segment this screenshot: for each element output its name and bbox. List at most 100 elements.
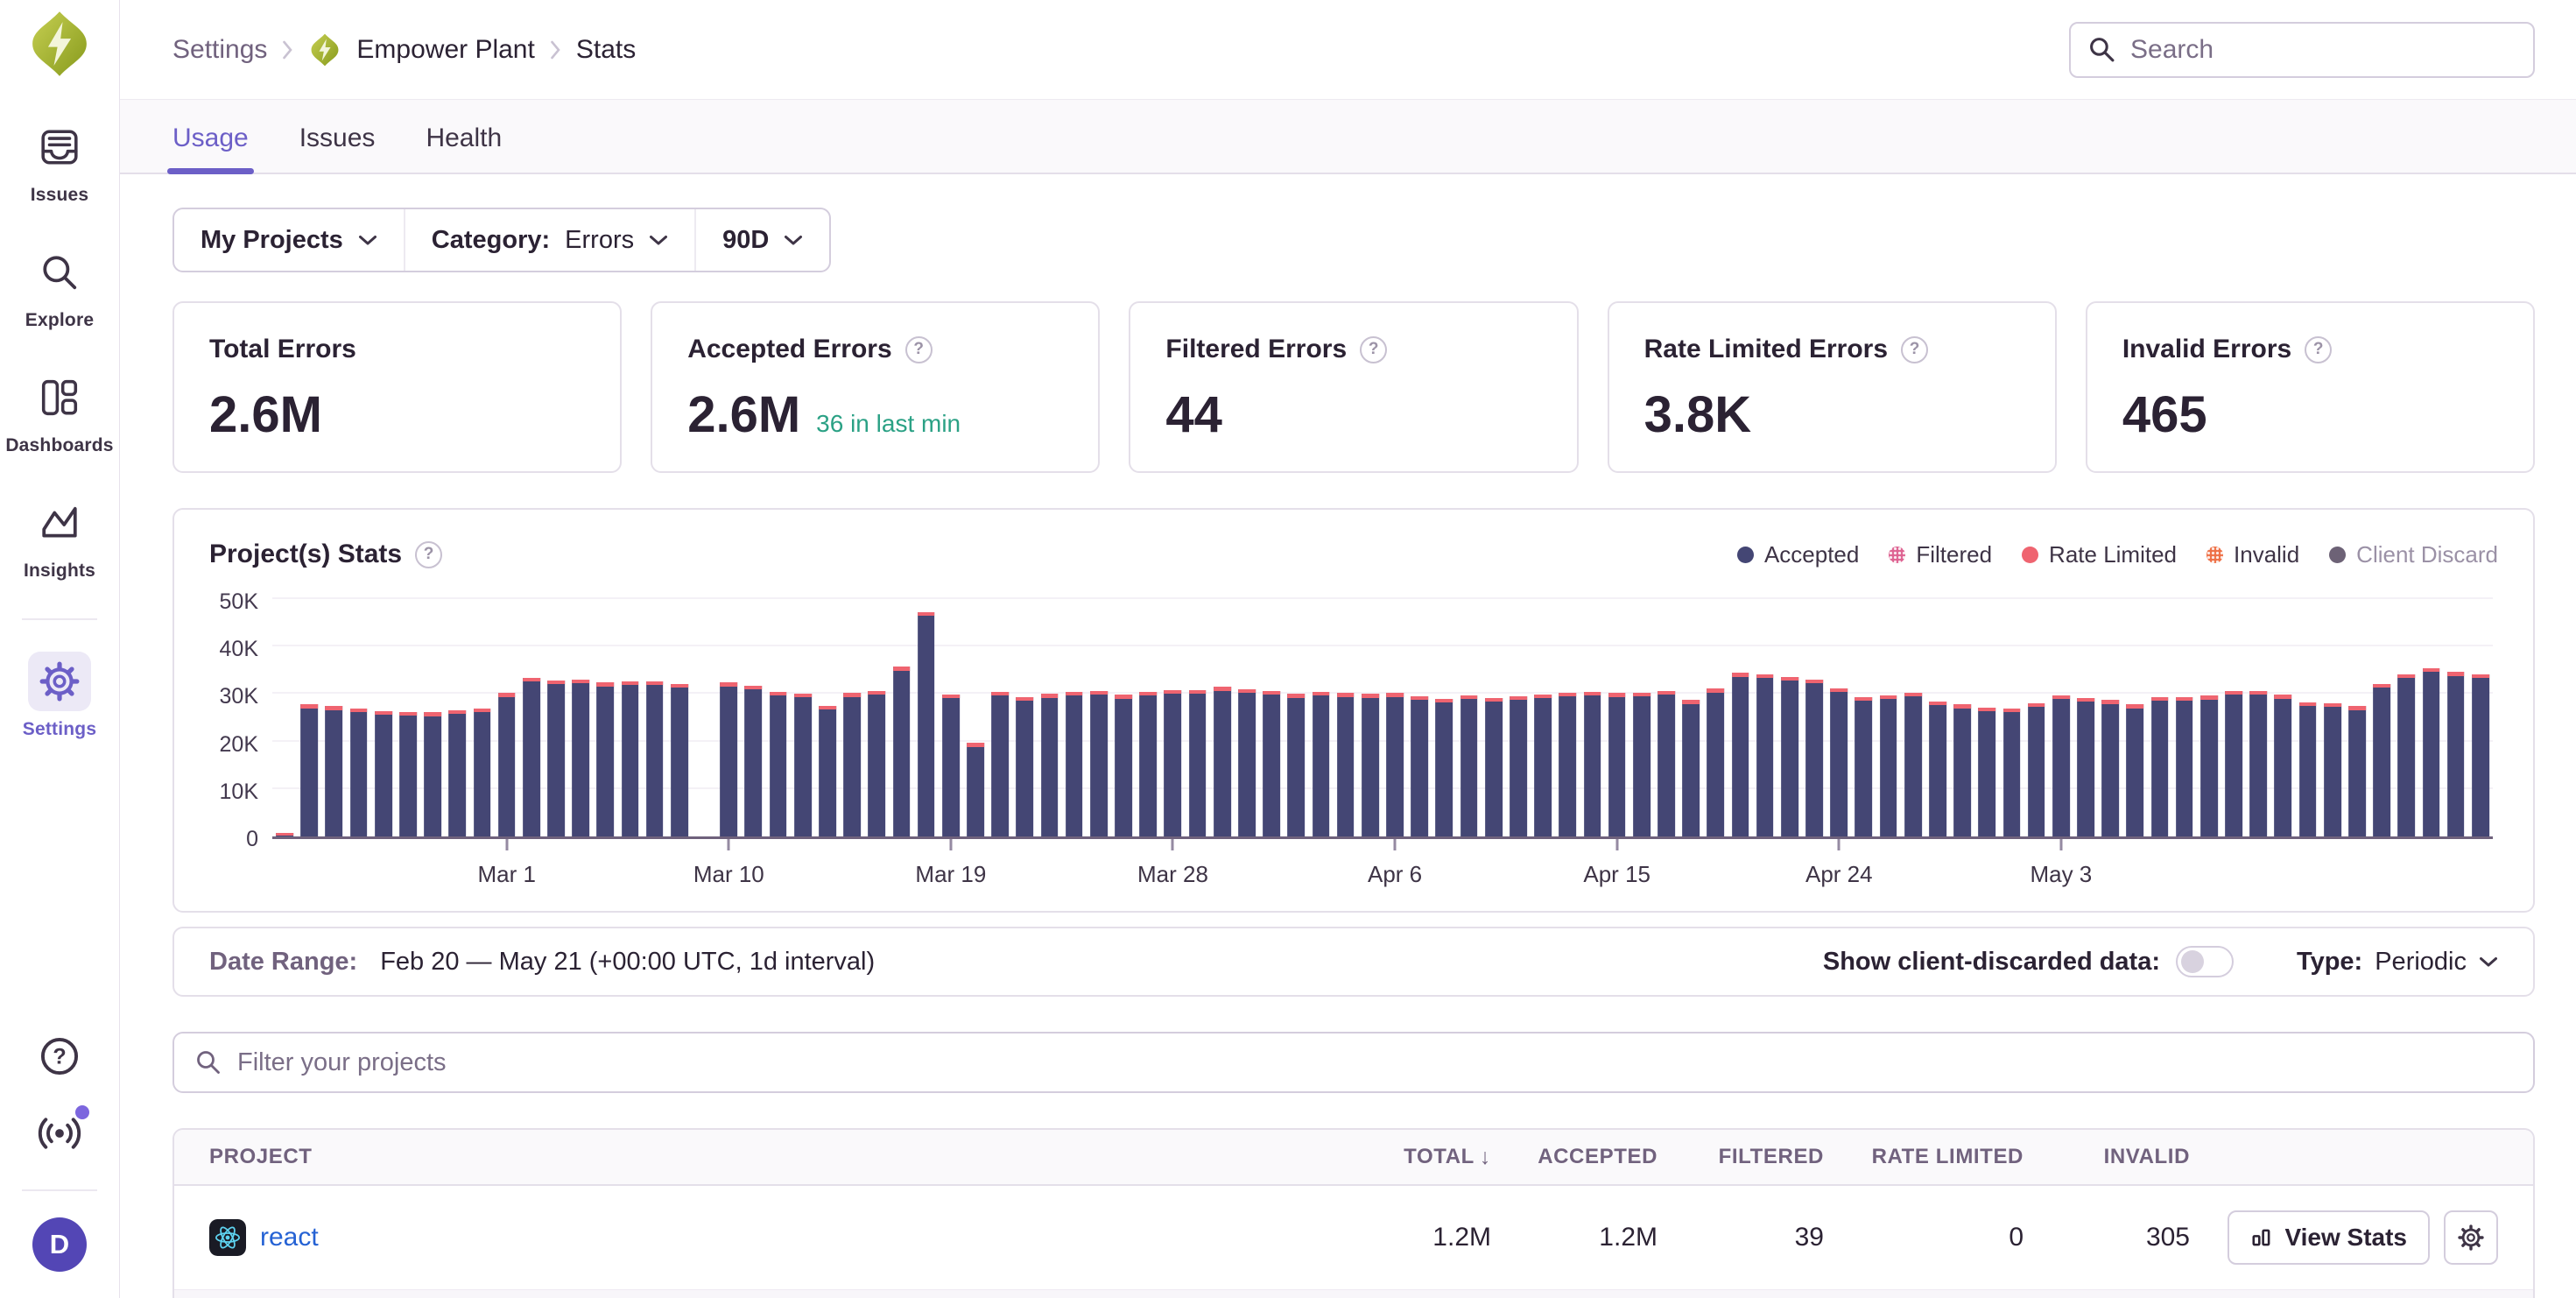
help-bubble-icon[interactable]: ?	[1901, 336, 1928, 363]
chevron-right-icon	[550, 39, 561, 60]
gear-icon	[28, 652, 91, 711]
col-project[interactable]: PROJECT	[209, 1145, 1334, 1169]
page-filter-bar: My Projects Category: Errors 90D	[172, 208, 831, 272]
legend-item-filtered[interactable]: Filtered	[1889, 541, 1992, 568]
card-title: Invalid Errors	[2122, 335, 2291, 364]
legend-item-invalid[interactable]: Invalid	[2206, 541, 2299, 568]
legend-dot	[2329, 547, 2346, 563]
date-range-value: Feb 20 — May 21 (+00:00 UTC, 1d interval…	[380, 948, 875, 977]
breadcrumb-page: Stats	[576, 35, 636, 65]
legend-dot	[1889, 547, 1905, 563]
legend-dot	[1737, 547, 1754, 563]
usage-chart: Mar 1Mar 10Mar 19Mar 28Apr 6Apr 15Apr 24…	[209, 592, 2498, 890]
type-label: Type:	[2297, 948, 2362, 977]
help-bubble-icon[interactable]: ?	[905, 336, 933, 363]
search-input[interactable]	[2129, 34, 2516, 66]
view-stats-button[interactable]: View Stats	[2228, 1210, 2430, 1265]
cell-invalid: 305	[2023, 1223, 2190, 1252]
category-selector[interactable]: Category: Errors	[404, 209, 694, 271]
gear-icon	[2458, 1224, 2484, 1251]
breadcrumb-org[interactable]: Empower Plant	[356, 35, 534, 65]
legend-dot	[2206, 547, 2223, 563]
sidebar: Issues Explore Dashboards Insights	[0, 0, 120, 1298]
project-link[interactable]: react	[260, 1223, 319, 1252]
help-bubble-icon[interactable]: ?	[415, 541, 442, 568]
col-invalid[interactable]: INVALID	[2023, 1145, 2190, 1169]
sidebar-item-settings[interactable]: Settings	[23, 652, 96, 740]
table-row: react 1.2M 1.2M 39 0 305 View Stats	[174, 1186, 2533, 1289]
project-selector-label: My Projects	[201, 226, 343, 255]
tab-health[interactable]: Health	[426, 123, 502, 173]
card-value: 44	[1165, 385, 1541, 444]
chart-plot: Mar 1Mar 10Mar 19Mar 28Apr 6Apr 15Apr 24…	[272, 592, 2493, 839]
card-rate-limited-errors: Rate Limited Errors ? 3.8K	[1608, 301, 2057, 473]
content: My Projects Category: Errors 90D Total E…	[120, 174, 2576, 1298]
main-area: Settings Empower Plant Stats Usage Issu	[120, 0, 2576, 1298]
sidebar-item-label: Dashboards	[5, 435, 113, 456]
org-logo-small	[308, 33, 341, 67]
sidebar-item-insights[interactable]: Insights	[24, 493, 95, 582]
client-discard-toggle[interactable]	[2176, 946, 2234, 977]
search-icon	[28, 243, 91, 302]
chevron-right-icon	[282, 39, 293, 60]
type-selector[interactable]: Type: Periodic	[2297, 948, 2498, 977]
legend-item-accepted[interactable]: Accepted	[1737, 541, 1859, 568]
bar-chart-icon	[2250, 1226, 2273, 1249]
col-rate-limited[interactable]: RATE LIMITED	[1824, 1145, 2023, 1169]
chevron-down-icon	[649, 235, 668, 246]
card-value: 2.6M	[687, 385, 800, 444]
sidebar-item-label: Insights	[24, 561, 95, 582]
next-row-strip	[174, 1289, 2533, 1298]
period-selector[interactable]: 90D	[694, 209, 829, 271]
svg-text:?: ?	[53, 1045, 66, 1069]
col-total[interactable]: TOTAL ↓	[1334, 1145, 1491, 1170]
project-selector[interactable]: My Projects	[174, 209, 404, 271]
user-avatar[interactable]: D	[32, 1217, 87, 1272]
insights-chart-icon	[28, 493, 91, 553]
type-value: Periodic	[2375, 948, 2467, 977]
sidebar-item-issues[interactable]: Issues	[28, 117, 91, 206]
global-search	[2069, 22, 2535, 78]
project-settings-button[interactable]	[2444, 1210, 2498, 1265]
category-label: Category:	[432, 226, 550, 255]
tab-issues[interactable]: Issues	[299, 123, 376, 173]
chevron-down-icon	[784, 235, 803, 246]
dashboards-icon	[28, 368, 91, 427]
sidebar-item-explore[interactable]: Explore	[25, 243, 94, 331]
cell-total: 1.2M	[1334, 1223, 1491, 1252]
col-filtered[interactable]: FILTERED	[1658, 1145, 1824, 1169]
table-header: PROJECT TOTAL ↓ ACCEPTED FILTERED RATE L…	[174, 1130, 2533, 1186]
sentry-org-logo[interactable]	[26, 11, 93, 77]
card-subtext: 36 in last min	[816, 410, 961, 438]
cell-accepted: 1.2M	[1491, 1223, 1658, 1252]
sort-desc-icon: ↓	[1480, 1145, 1491, 1170]
search-icon	[2088, 36, 2115, 63]
col-accepted[interactable]: ACCEPTED	[1491, 1145, 1658, 1169]
tab-bar: Usage Issues Health	[120, 99, 2576, 174]
stat-cards: Total Errors 2.6M Accepted Errors ? 2.6M…	[172, 301, 2535, 473]
cell-rate-limited: 0	[1824, 1223, 2023, 1252]
tab-usage[interactable]: Usage	[172, 123, 249, 173]
sidebar-divider	[22, 1189, 97, 1191]
project-filter-input[interactable]	[236, 1048, 2512, 1078]
card-value: 3.8K	[1644, 385, 2020, 444]
legend-item-client-discard[interactable]: Client Discard	[2329, 541, 2498, 568]
breadcrumb-settings[interactable]: Settings	[172, 35, 267, 65]
broadcast-icon[interactable]	[37, 1112, 82, 1154]
projects-table: PROJECT TOTAL ↓ ACCEPTED FILTERED RATE L…	[172, 1128, 2535, 1298]
legend-item-rate-limited[interactable]: Rate Limited	[2022, 541, 2177, 568]
help-icon[interactable]: ?	[39, 1035, 81, 1077]
card-invalid-errors: Invalid Errors ? 465	[2086, 301, 2535, 473]
date-range-label: Date Range:	[209, 948, 357, 977]
sidebar-item-dashboards[interactable]: Dashboards	[5, 368, 113, 456]
sidebar-item-label: Explore	[25, 310, 94, 331]
toggle-knob	[2181, 950, 2204, 973]
notification-dot	[75, 1105, 89, 1119]
chevron-down-icon	[2479, 956, 2498, 968]
react-project-icon	[209, 1219, 246, 1256]
help-bubble-icon[interactable]: ?	[1360, 336, 1387, 363]
chevron-down-icon	[358, 235, 377, 246]
help-bubble-icon[interactable]: ?	[2305, 336, 2332, 363]
client-discard-toggle-label: Show client-discarded data:	[1823, 948, 2160, 977]
legend-dot	[2022, 547, 2038, 563]
